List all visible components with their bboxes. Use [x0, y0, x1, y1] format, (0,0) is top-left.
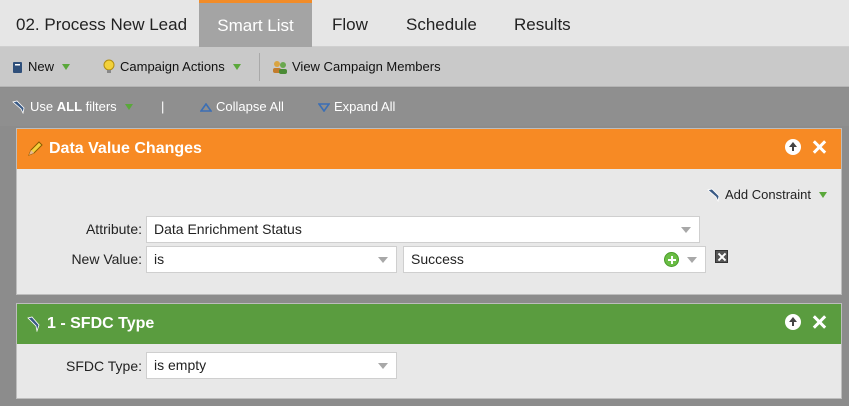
new-value-label: New Value: — [71, 251, 142, 267]
filter-header: 1 - SFDC Type — [17, 304, 841, 344]
attribute-label: Attribute: — [85, 221, 142, 237]
value-select[interactable]: Success — [403, 246, 706, 273]
filter-bar: Use ALL filters | Collapse All Expand Al… — [0, 88, 849, 126]
expand-all-label: Expand All — [334, 99, 396, 114]
filterbar-separator: | — [161, 99, 165, 114]
tab-results[interactable]: Results — [514, 0, 571, 47]
remove-filter-icon[interactable] — [811, 314, 827, 330]
sfdc-type-label: SFDC Type: — [66, 358, 142, 374]
filter-title: Data Value Changes — [49, 140, 202, 157]
campaign-actions-caret-icon — [232, 64, 241, 70]
tab-smart-list[interactable]: Smart List — [199, 0, 312, 47]
use-filters-caret-icon — [124, 104, 133, 110]
filter-card-data-value-changes: Data Value Changes Add Constraint Attrib… — [16, 128, 842, 295]
new-button[interactable]: New — [12, 47, 71, 87]
add-value-icon[interactable] — [664, 252, 679, 267]
attribute-value: Data Enrichment Status — [154, 221, 302, 237]
delete-constraint-icon[interactable] — [715, 250, 728, 263]
funnel-icon — [707, 188, 720, 202]
collapse-all-label: Collapse All — [216, 99, 284, 114]
use-filters-label: Use ALL filters — [30, 99, 117, 114]
move-up-icon[interactable] — [785, 314, 801, 330]
filter-title: 1 - SFDC Type — [47, 315, 155, 332]
filter-card-sfdc-type: 1 - SFDC Type SFDC Type: is empty — [16, 303, 842, 399]
lightbulb-icon — [103, 59, 115, 73]
campaign-title: 02. Process New Lead — [16, 15, 188, 34]
sfdc-type-operator-value: is empty — [154, 357, 207, 373]
toolbar: New Campaign Actions View Campaign Membe… — [0, 47, 849, 87]
expand-all-button[interactable]: Expand All — [318, 88, 395, 126]
campaign-actions-button[interactable]: Campaign Actions — [102, 47, 241, 87]
sfdc-type-operator-select[interactable]: is empty — [146, 352, 397, 379]
operator-select[interactable]: is — [146, 246, 397, 273]
campaign-actions-label: Campaign Actions — [120, 59, 225, 74]
filter-funnel-icon — [12, 100, 25, 114]
move-up-icon[interactable] — [785, 139, 801, 155]
new-label: New — [28, 59, 55, 74]
collapse-icon — [200, 102, 212, 112]
toolbar-divider — [259, 53, 260, 81]
chevron-down-icon — [378, 257, 388, 263]
pencil-icon — [28, 141, 43, 156]
add-constraint-label: Add Constraint — [725, 187, 811, 202]
operator-value: is — [154, 251, 165, 267]
remove-filter-icon[interactable] — [811, 139, 827, 155]
chevron-down-icon — [687, 257, 697, 263]
new-dropdown-caret-icon — [62, 64, 71, 70]
expand-icon — [318, 102, 330, 112]
funnel-icon — [27, 316, 40, 332]
new-icon — [13, 61, 22, 73]
collapse-all-button[interactable]: Collapse All — [200, 88, 284, 126]
view-campaign-members-button[interactable]: View Campaign Members — [272, 47, 441, 87]
tab-bar: 02. Process New Lead Smart List Flow Sch… — [0, 0, 849, 47]
value-text: Success — [411, 251, 464, 267]
view-campaign-members-label: View Campaign Members — [292, 59, 441, 74]
attribute-select[interactable]: Data Enrichment Status — [146, 216, 700, 243]
add-constraint-button[interactable]: Add Constraint — [707, 187, 827, 202]
tab-schedule[interactable]: Schedule — [406, 0, 477, 47]
add-constraint-caret-icon — [819, 191, 827, 198]
filter-header: Data Value Changes — [17, 129, 841, 169]
use-filters-dropdown[interactable]: Use ALL filters — [12, 88, 133, 126]
members-icon — [273, 61, 287, 74]
chevron-down-icon — [681, 227, 691, 233]
tab-flow[interactable]: Flow — [332, 0, 368, 47]
chevron-down-icon — [378, 363, 388, 369]
